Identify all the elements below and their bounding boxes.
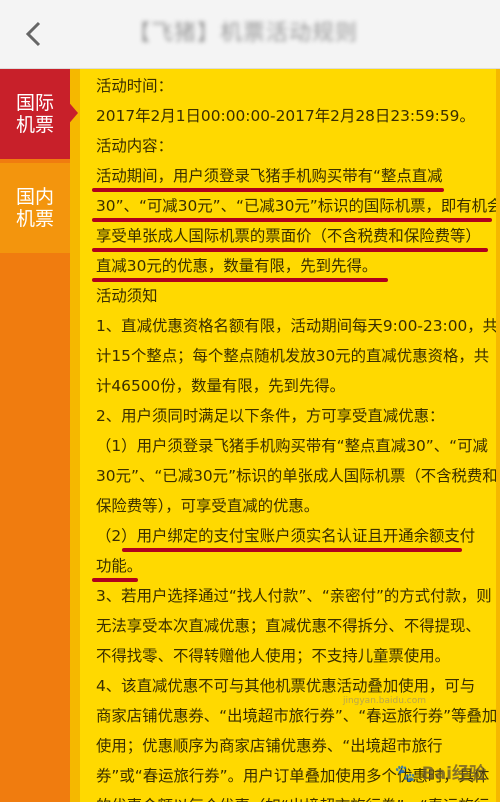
rule-line: 计46500份，数量有限，先到先得。 (96, 377, 346, 395)
page-title: 【飞猪】机票活动规则 (128, 21, 359, 46)
highlight-underline (122, 548, 462, 552)
sidebar-item-international-flights[interactable]: 国际机票 (0, 69, 70, 159)
rule-line: 1、直减优惠资格名额有限，活动期间每天9:00-23:00，共 (96, 317, 496, 335)
rule-line: （1）用户须登录飞猪手机购买带有“整点直减30”、“可减 (96, 437, 488, 455)
rule-line: 计15个整点；每个整点随机发放30元的直减优惠资格，共 (96, 347, 490, 365)
rule-line: 无法享受本次直减优惠；直减优惠不得拆分、不得提现、 (96, 617, 481, 635)
highlight-underline (92, 578, 138, 582)
rule-line: 保险费等），可享受直减的优惠。 (96, 497, 320, 515)
paw-icon: 🐾 (394, 764, 416, 784)
chevron-left-icon (25, 21, 41, 47)
rule-line: 30”、“可减30元”、“已减30元”标识的国际机票，即有机会 (96, 197, 496, 215)
rule-line: 2017年2月1日00:00:00-2017年2月28日23:59:59。 (96, 107, 475, 125)
rule-line: 30元”、“已减30元”标识的单张成人国际机票（不含税费和 (96, 467, 496, 485)
app-header: 【飞猪】机票活动规则 (0, 0, 500, 69)
rule-line: 不得找零、不得转赠他人使用；不支持儿童票使用。 (96, 647, 450, 665)
sidebar: 国际机票 国内机票 (0, 69, 78, 802)
sidebar-item-domestic-flights[interactable]: 国内机票 (0, 163, 70, 253)
highlight-underline (92, 188, 444, 192)
rule-line: 2、用户须同时满足以下条件，方可享受直减优惠： (96, 407, 445, 425)
highlight-underline (92, 278, 388, 282)
back-button[interactable] (14, 14, 54, 54)
rule-line: 活动内容： (96, 137, 173, 155)
highlight-underline (92, 248, 488, 252)
watermark-text: Bai经验 (421, 764, 486, 784)
rule-line: 3、若用户选择通过“找人付款”、“亲密付”的方式付款，则 (96, 587, 492, 605)
rule-line: 直减30元的优惠，数量有限，先到先得。 (96, 257, 378, 275)
active-indicator (66, 99, 78, 127)
rule-line: 活动须知 (96, 287, 158, 305)
rule-line: 享受单张成人国际机票的票面价（不含税费和保险费等） (96, 227, 481, 245)
highlight-underline (92, 218, 492, 222)
rules-content: 活动时间： 2017年2月1日00:00:00-2017年2月28日23:59:… (80, 69, 496, 802)
sidebar-item-label: 国际机票 (15, 92, 54, 136)
rule-line: 活动期间，用户须登录飞猪手机购买带有“整点直减 (96, 167, 443, 185)
rule-line: 使用；优惠顺序为商家店铺优惠券、“出境超市旅行 (96, 737, 443, 755)
rule-line: 功能。 (96, 557, 143, 575)
baidu-jingyan-watermark: 🐾 Bai经验 (395, 759, 486, 784)
rule-line: 商家店铺优惠券、“出境超市旅行券”、“春运旅行券”等叠加 (96, 707, 496, 725)
rule-line: 活动时间： (96, 77, 173, 95)
sidebar-item-label: 国内机票 (15, 186, 54, 230)
rule-line: 的优惠金额以每个优惠（如“出境超市旅行券”、“春运旅行 (96, 791, 489, 802)
rule-line: （2）用户绑定的支付宝账户须实名认证且开通余额支付 (96, 527, 476, 545)
watermark-url: jingyan.baidu.com (342, 696, 426, 706)
